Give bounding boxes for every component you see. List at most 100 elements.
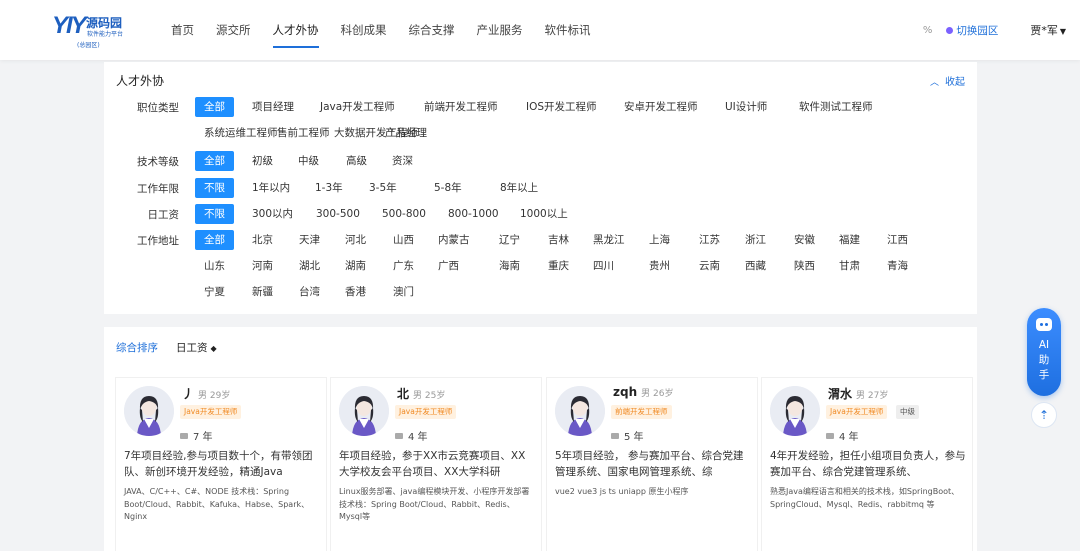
- ai-label-3: 手: [1038, 369, 1050, 381]
- filter-option[interactable]: 福建: [830, 230, 869, 250]
- nav-bidding[interactable]: 软件标讯: [534, 0, 602, 60]
- sort-comprehensive[interactable]: 综合排序: [116, 340, 158, 355]
- filter-option[interactable]: 河南: [243, 256, 282, 276]
- filter-option[interactable]: 青海: [878, 256, 917, 276]
- filter-option[interactable]: 1-3年: [306, 178, 352, 198]
- filter-option[interactable]: 500-800: [373, 204, 435, 224]
- filter-label-work-location: 工作地址: [137, 235, 179, 247]
- talent-experience-text: 7 年: [193, 432, 213, 443]
- filter-option[interactable]: 澳门: [384, 282, 423, 302]
- filter-option[interactable]: 项目经理: [243, 97, 303, 117]
- filter-option[interactable]: 安徽: [785, 230, 824, 250]
- talent-card[interactable]: 渭水男 27岁 Java开发工程师 中级 4 年 4年开发经验，担任小组项目负责人，参与…: [761, 377, 973, 551]
- filter-option[interactable]: 300-500: [307, 204, 369, 224]
- filter-option[interactable]: 不限: [195, 178, 234, 198]
- talent-experience: 7 年: [180, 428, 213, 443]
- filter-option[interactable]: 内蒙古: [429, 230, 479, 250]
- sort-daily-wage[interactable]: 日工资 ◆: [176, 340, 217, 355]
- link-icon[interactable]: %: [923, 25, 933, 36]
- filter-option[interactable]: 3-5年: [360, 178, 406, 198]
- filter-option[interactable]: 陕西: [785, 256, 824, 276]
- user-menu[interactable]: 贾*军 ▼: [1030, 22, 1066, 38]
- nav-exchange[interactable]: 源交所: [205, 0, 262, 60]
- filter-option[interactable]: 黑龙江: [584, 230, 634, 250]
- talent-experience-text: 5 年: [624, 432, 644, 443]
- filter-label-work-years: 工作年限: [137, 183, 179, 195]
- filter-option[interactable]: 资深: [383, 151, 422, 171]
- talent-description: 4年开发经验，担任小组项目负责人，参与赛加平台、综合党建管理系统、: [770, 450, 966, 478]
- filter-option[interactable]: 软件测试工程师: [790, 97, 882, 117]
- ai-assistant-button[interactable]: AI 助 手: [1027, 308, 1061, 396]
- talent-card[interactable]: 丿男 29岁 Java开发工程师 7 年 7年项目经验,参与项目数十个，有带领团队、新…: [115, 377, 327, 551]
- talent-skills: vue2 vue3 js ts uniapp 原生小程序: [555, 487, 689, 496]
- nav-innovation[interactable]: 科创成果: [330, 0, 398, 60]
- filter-option[interactable]: 中级: [289, 151, 328, 171]
- filter-option[interactable]: 辽宁: [490, 230, 529, 250]
- talent-card[interactable]: 北男 25岁 Java开发工程师 4 年年项目经验，参于XX市云竞赛项目、XX大学校…: [330, 377, 542, 551]
- filter-option[interactable]: 全部: [195, 151, 234, 171]
- collapse-button[interactable]: ︿ 收起: [930, 73, 965, 88]
- nav-talent[interactable]: 人才外协: [262, 0, 330, 60]
- filter-option[interactable]: 全部: [195, 97, 234, 117]
- filter-option[interactable]: Java开发工程师: [311, 97, 404, 117]
- nav-support[interactable]: 综合支撑: [398, 0, 466, 60]
- briefcase-icon: [180, 432, 188, 439]
- nav-industry[interactable]: 产业服务: [466, 0, 534, 60]
- filter-option[interactable]: 台湾: [290, 282, 329, 302]
- logo[interactable]: YIY 源码园 软件能力平台 (总园区): [52, 12, 142, 52]
- filter-option[interactable]: 安卓开发工程师: [615, 97, 707, 117]
- filter-label-tech-level: 技术等级: [137, 156, 179, 168]
- arrow-up-icon: ⇡: [1038, 408, 1050, 422]
- avatar-illustration: [339, 386, 389, 436]
- filter-option[interactable]: 初级: [243, 151, 282, 171]
- filter-option[interactable]: 香港: [336, 282, 375, 302]
- filter-option[interactable]: 吉林: [539, 230, 578, 250]
- talent-description: 5年项目经验， 参与赛加平台、综合党建管理系统、国家电网管理系统、综: [555, 450, 744, 478]
- back-to-top-button[interactable]: ⇡: [1031, 402, 1057, 428]
- filter-option[interactable]: 甘肃: [830, 256, 869, 276]
- filter-option[interactable]: 北京: [243, 230, 282, 250]
- filter-option[interactable]: 高级: [337, 151, 376, 171]
- filter-option[interactable]: 湖南: [336, 256, 375, 276]
- filter-option[interactable]: 江西: [878, 230, 917, 250]
- filter-option[interactable]: 广东: [384, 256, 423, 276]
- filter-option[interactable]: 新疆: [243, 282, 282, 302]
- filter-option[interactable]: 西藏: [736, 256, 775, 276]
- filter-option[interactable]: 云南: [690, 256, 729, 276]
- filter-option[interactable]: 800-1000: [439, 204, 508, 224]
- talent-experience: 4 年: [395, 428, 428, 443]
- filter-option[interactable]: UI设计师: [716, 97, 776, 117]
- caret-down-icon: ▼: [1059, 27, 1066, 36]
- filter-option[interactable]: 重庆: [539, 256, 578, 276]
- filter-option[interactable]: 四川: [584, 256, 623, 276]
- filter-option[interactable]: 江苏: [690, 230, 729, 250]
- talent-skills: Linux服务部署、java编程模块开发、小程序开发部署 技术栈：Spring …: [339, 487, 530, 521]
- filter-option[interactable]: 宁夏: [195, 282, 234, 302]
- talent-name-text: 北: [397, 387, 410, 401]
- filter-option[interactable]: 全部: [195, 230, 234, 250]
- filter-option[interactable]: IOS开发工程师: [517, 97, 606, 117]
- switch-park-button[interactable]: 切换园区: [946, 23, 998, 38]
- filter-option[interactable]: 不限: [195, 204, 234, 224]
- talent-card[interactable]: zqh 男 26岁 前端开发工程师 5 年 5年项目经验， 参与赛加平台、综合党建管理系…: [546, 377, 758, 551]
- filter-option[interactable]: 1000以上: [511, 204, 577, 224]
- nav-home[interactable]: 首页: [160, 0, 205, 60]
- filter-option[interactable]: 山西: [384, 230, 423, 250]
- filter-option[interactable]: 5-8年: [425, 178, 471, 198]
- filter-option[interactable]: 浙江: [736, 230, 775, 250]
- filter-option[interactable]: 山东: [195, 256, 234, 276]
- filter-option[interactable]: 上海: [640, 230, 679, 250]
- talent-gender-age: 男 26岁: [641, 389, 674, 399]
- filter-option[interactable]: 产品经理: [376, 123, 436, 143]
- filter-option[interactable]: 贵州: [640, 256, 679, 276]
- user-name: 贾*军: [1030, 24, 1058, 37]
- filter-option[interactable]: 湖北: [290, 256, 329, 276]
- filter-option[interactable]: 8年以上: [491, 178, 547, 198]
- filter-option[interactable]: 300以内: [243, 204, 302, 224]
- filter-option[interactable]: 天津: [290, 230, 329, 250]
- filter-option[interactable]: 1年以内: [243, 178, 299, 198]
- filter-option[interactable]: 河北: [336, 230, 375, 250]
- filter-option[interactable]: 海南: [490, 256, 529, 276]
- filter-option[interactable]: 广西: [429, 256, 468, 276]
- filter-option[interactable]: 前端开发工程师: [415, 97, 507, 117]
